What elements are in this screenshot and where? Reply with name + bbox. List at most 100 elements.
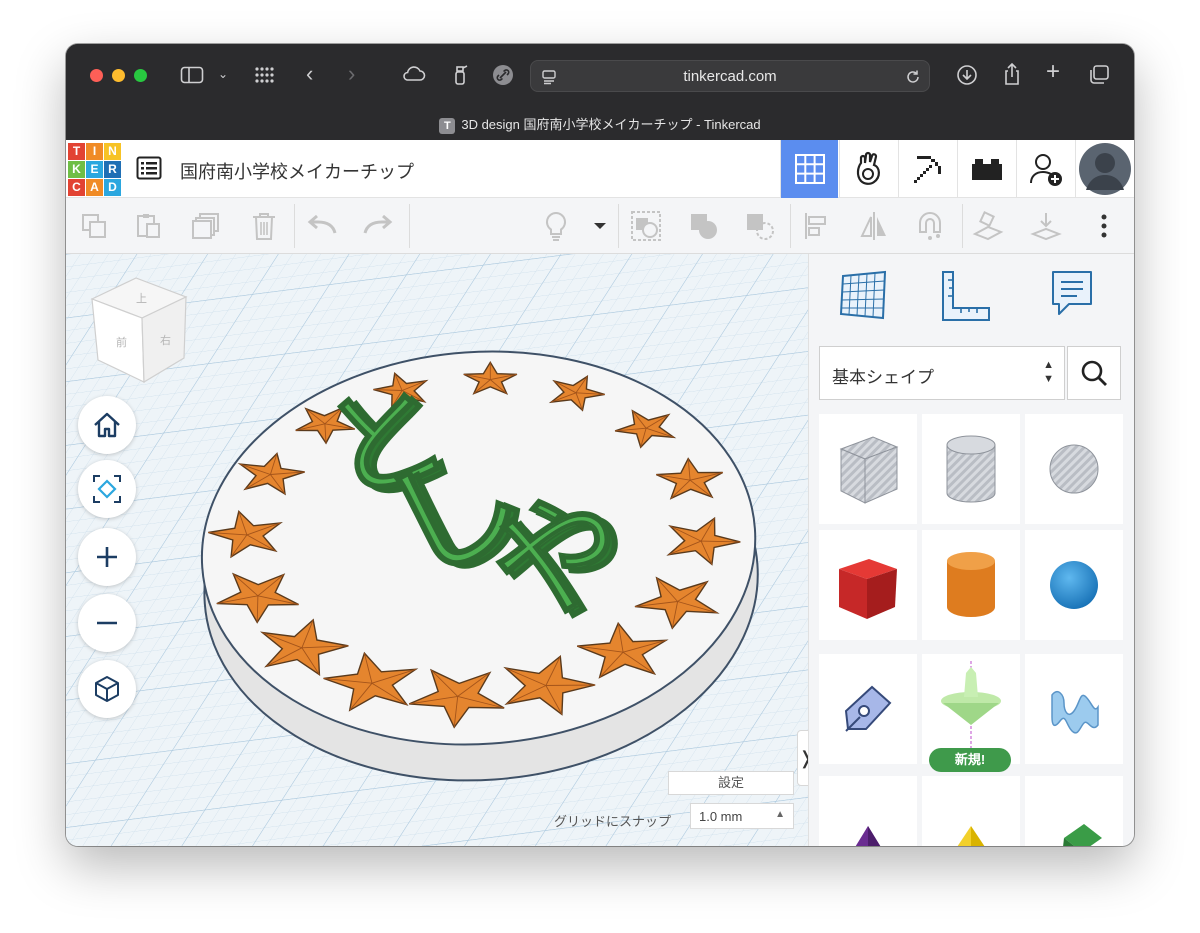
tab-title[interactable]: T 3D design 国府南小学校メイカーチップ - Tinkercad [66, 114, 1134, 134]
select-updown-icon: ▲ ▼ [1043, 359, 1054, 385]
notes-tool-button[interactable] [1047, 268, 1107, 328]
new-tab-icon[interactable]: + [1046, 60, 1060, 84]
light-dropdown-button[interactable] [584, 210, 616, 242]
design-list-icon[interactable] [136, 156, 162, 180]
ruler-icon [942, 271, 990, 321]
icloud-icon[interactable] [400, 64, 426, 88]
copy-icon [82, 214, 106, 238]
ungroup-button[interactable] [688, 210, 720, 242]
perspective-cube-icon [95, 676, 119, 702]
3d-view-button[interactable] [780, 140, 838, 198]
import-button[interactable] [1030, 210, 1062, 242]
paste-icon [137, 214, 160, 238]
logo-letter: N [104, 143, 121, 160]
duplicate-button[interactable] [190, 210, 222, 242]
shape-tile-scribble[interactable] [819, 654, 917, 764]
minecraft-button[interactable] [898, 140, 956, 198]
shape-tile-wave-text[interactable] [1025, 654, 1123, 764]
align-button[interactable] [800, 210, 832, 242]
snap-grid-select[interactable]: 1.0 mm ▲ [690, 803, 794, 829]
spray-bottle-icon[interactable] [452, 64, 468, 90]
snap-grid-value: 1.0 mm [699, 809, 743, 824]
spinning-top-icon [941, 661, 1001, 755]
share-icon[interactable] [1002, 62, 1022, 90]
tab-overview-grid-icon[interactable] [254, 65, 276, 89]
new-badge: 新規! [929, 748, 1011, 772]
delete-icon [253, 213, 275, 240]
group-button[interactable] [630, 210, 662, 242]
design-title[interactable]: 国府南小学校メイカーチップ [180, 158, 414, 184]
shape-tile-sphere[interactable] [1025, 530, 1123, 640]
edit-toolbar [66, 198, 1134, 254]
magnet-button[interactable] [914, 210, 946, 242]
zoom-window-button[interactable] [134, 69, 147, 82]
address-bar[interactable]: tinkercad.com [530, 60, 930, 92]
browser-titlebar: ⌄ ‹ › tinkercad.com + T 3D design 国府南小学校… [66, 44, 1134, 140]
hole-button[interactable] [744, 210, 776, 242]
close-window-button[interactable] [90, 69, 103, 82]
shape-tile-pyramid[interactable] [922, 776, 1020, 846]
delete-button[interactable] [248, 210, 280, 242]
tinker-hand-icon [856, 151, 880, 185]
invite-button[interactable] [1016, 140, 1074, 198]
logo-letter: D [104, 179, 121, 196]
mirror-button[interactable] [858, 210, 890, 242]
import-icon [1030, 213, 1062, 241]
logo-letter: K [68, 161, 85, 178]
zoom-out-button[interactable] [78, 594, 136, 652]
settings-button[interactable]: 設定 [668, 771, 794, 795]
download-icon[interactable] [956, 64, 978, 90]
logo-letter: A [86, 179, 103, 196]
chevron-down-icon[interactable]: ⌄ [218, 64, 228, 84]
user-avatar[interactable] [1075, 140, 1134, 198]
workplane-tool-button[interactable] [835, 268, 895, 328]
wave-shape-icon [1051, 691, 1099, 734]
sidebar-toggle-icon[interactable] [180, 65, 204, 89]
shape-tile-box-hole[interactable] [819, 414, 917, 524]
link-extension-icon[interactable] [492, 64, 514, 90]
projection-toggle-button[interactable] [78, 660, 136, 718]
shape-tile-roof[interactable] [1025, 776, 1123, 846]
logo-letter: C [68, 179, 85, 196]
bricks-button[interactable] [957, 140, 1015, 198]
more-options-button[interactable] [1088, 210, 1120, 242]
box-icon [839, 559, 897, 619]
shape-search-button[interactable] [1067, 346, 1121, 400]
hole-icon [747, 214, 774, 240]
shape-tile-sphere-hole[interactable] [1025, 414, 1123, 524]
forward-icon[interactable]: › [348, 63, 355, 85]
striped-box-icon [839, 436, 899, 504]
reload-icon[interactable] [905, 69, 921, 85]
paste-button[interactable] [132, 210, 164, 242]
tinkercad-logo[interactable]: T I N K E R C A D [68, 143, 121, 196]
pyramid-icon [957, 826, 985, 846]
shape-tile-cylinder[interactable] [922, 530, 1020, 640]
blocks-code-button[interactable] [839, 140, 897, 198]
copy-button[interactable] [78, 210, 110, 242]
ruler-tool-button[interactable] [937, 268, 997, 328]
zoom-in-button[interactable] [78, 528, 136, 586]
redo-button[interactable] [362, 210, 394, 242]
magnet-icon [919, 212, 941, 240]
undo-button[interactable] [306, 210, 338, 242]
shape-tile-cone[interactable] [819, 776, 917, 846]
view-cube-right-label: 右 [160, 333, 171, 347]
avatar-icon [1079, 143, 1131, 195]
dropdown-icon [594, 223, 606, 229]
fit-view-button[interactable] [78, 460, 136, 518]
minimize-window-button[interactable] [112, 69, 125, 82]
back-icon[interactable]: ‹ [306, 63, 313, 85]
workplane-viewport[interactable]: 上 前 右 と と し し や や 設定 グリッドにスナップ 1.0 mm ▲ [66, 254, 808, 846]
plus-icon [97, 547, 117, 567]
shape-tile-cylinder-hole[interactable] [922, 414, 1020, 524]
cone-icon [855, 826, 881, 846]
home-view-button[interactable] [78, 396, 136, 454]
cruise-button[interactable] [972, 210, 1004, 242]
tabs-overview-icon[interactable] [1088, 65, 1110, 89]
workplane-scene[interactable]: 上 前 右 と と し し や や [66, 254, 808, 846]
notes-light-button[interactable] [540, 210, 572, 242]
undo-icon [307, 215, 337, 234]
shape-tile-box[interactable] [819, 530, 917, 640]
shape-category-select[interactable]: 基本シェイプ ▲ ▼ [819, 346, 1065, 400]
collapse-panel-button[interactable]: ❭ [797, 730, 808, 786]
